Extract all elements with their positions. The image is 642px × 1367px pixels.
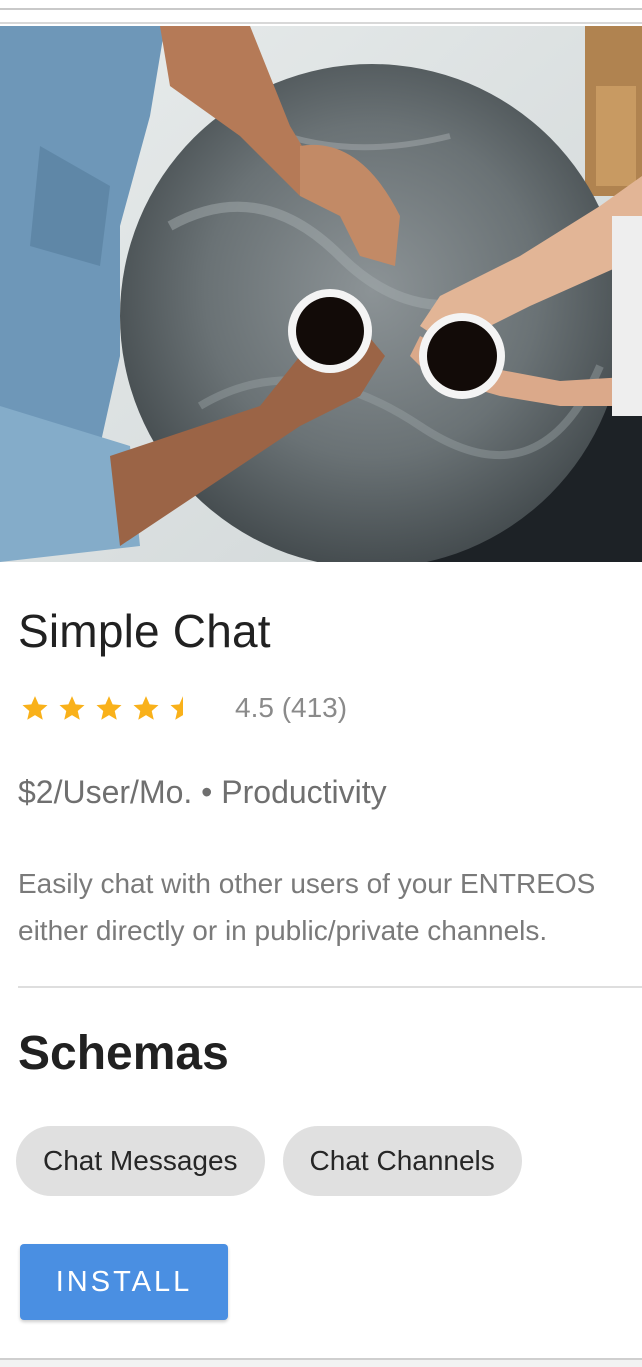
rating-text: 4.5 (413) xyxy=(235,692,348,723)
schema-chip-chat-channels[interactable]: Chat Channels xyxy=(282,1126,522,1196)
price-category: $2/User/Mo. • Productivity xyxy=(18,774,387,810)
rating-row: 4.5 (413) xyxy=(20,688,347,728)
star-icon xyxy=(59,696,85,720)
star-icon xyxy=(96,696,122,720)
divider xyxy=(18,986,642,988)
star-icon xyxy=(22,696,48,720)
install-button[interactable]: INSTALL xyxy=(20,1244,228,1320)
bottom-edge xyxy=(0,1358,642,1367)
schema-chip-chat-messages[interactable]: Chat Messages xyxy=(16,1126,265,1196)
star-icon xyxy=(133,696,159,720)
app-title: Simple Chat xyxy=(18,605,271,657)
app-description: Easily chat with other users of your ENT… xyxy=(18,868,596,946)
schemas-heading: Schemas xyxy=(18,1027,229,1080)
schema-chips: Chat Messages Chat Channels xyxy=(16,1126,540,1196)
top-edge xyxy=(0,0,642,24)
hero-image xyxy=(0,26,642,562)
half-star-icon xyxy=(170,696,183,720)
rating-stars xyxy=(20,693,205,723)
